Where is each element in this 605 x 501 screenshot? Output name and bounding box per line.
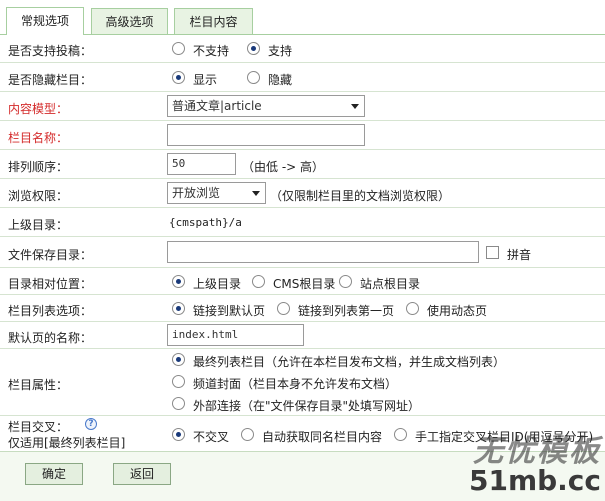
- row-list-option: 栏目列表选项： 链接到默认页 链接到列表第一页 使用动态页: [0, 295, 605, 322]
- help-icon[interactable]: ?: [85, 418, 97, 430]
- hide-label: 隐藏: [268, 73, 293, 87]
- list-default-label: 链接到默认页: [193, 304, 266, 318]
- attr-final-radio[interactable]: [172, 353, 185, 366]
- relative-parent-label: 上级目录: [193, 277, 242, 291]
- attr-channel-radio[interactable]: [172, 375, 185, 388]
- tab-content[interactable]: 栏目内容: [174, 8, 253, 35]
- cross-label: 栏目交叉：: [8, 420, 69, 434]
- chevron-down-icon: [252, 191, 260, 196]
- order-input[interactable]: 50: [167, 153, 236, 175]
- attr-final-label: 最终列表栏目（允许在本栏目发布文档，并生成文档列表）: [193, 355, 506, 369]
- contribute-yes-radio[interactable]: [247, 42, 260, 55]
- attribute-label: 栏目属性：: [8, 378, 69, 392]
- hide-radio[interactable]: [247, 71, 260, 84]
- cross-auto-label: 自动获取同名栏目内容: [262, 430, 383, 444]
- default-page-label: 默认页的名称：: [8, 331, 93, 345]
- tab-advanced[interactable]: 高级选项: [91, 8, 168, 35]
- relative-site-radio[interactable]: [339, 275, 352, 288]
- row-relative: 目录相对位置： 上级目录 CMS根目录 站点根目录: [0, 268, 605, 295]
- tab-bar: 常规选项 高级选项 栏目内容: [0, 0, 605, 35]
- tab-general[interactable]: 常规选项: [6, 7, 84, 35]
- row-parent: 上级目录： {cmspath}/a: [0, 208, 605, 237]
- contribute-label: 是否支持投稿：: [8, 44, 93, 58]
- pinyin-label: 拼音: [507, 248, 532, 262]
- row-attribute: 栏目属性： 最终列表栏目（允许在本栏目发布文档，并生成文档列表） 频道封面（栏目…: [0, 349, 605, 416]
- contribute-no-radio[interactable]: [172, 42, 185, 55]
- row-model: 内容模型： 普通文章|article: [0, 92, 605, 121]
- contribute-no-label: 不支持: [193, 44, 230, 58]
- model-select[interactable]: 普通文章|article: [167, 95, 365, 117]
- model-select-value: 普通文章|article: [172, 99, 262, 113]
- cross-label-note: 仅适用[最终列表栏目]: [8, 436, 126, 450]
- row-hidden: 是否隐藏栏目： 显示 隐藏: [0, 63, 605, 92]
- contribute-yes-label: 支持: [268, 44, 293, 58]
- chevron-down-icon: [351, 104, 359, 109]
- list-dynamic-label: 使用动态页: [427, 304, 488, 318]
- back-button[interactable]: 返回: [113, 463, 171, 485]
- access-label: 浏览权限：: [8, 189, 69, 203]
- hidden-label: 是否隐藏栏目：: [8, 73, 93, 87]
- row-default-page: 默认页的名称： index.html: [0, 322, 605, 349]
- parent-label: 上级目录：: [8, 218, 69, 232]
- cross-none-label: 不交叉: [193, 430, 230, 444]
- row-order: 排列顺序： 50 （由低 -> 高）: [0, 150, 605, 179]
- name-label: 栏目名称：: [8, 131, 69, 145]
- cross-manual-radio[interactable]: [394, 428, 407, 441]
- relative-cms-radio[interactable]: [252, 275, 265, 288]
- list-default-radio[interactable]: [172, 302, 185, 315]
- visible-label: 显示: [193, 73, 218, 87]
- attr-channel-label: 频道封面（栏目本身不允许发布文档）: [193, 377, 398, 391]
- save-dir-label: 文件保存目录：: [8, 248, 93, 262]
- relative-cms-label: CMS根目录: [273, 277, 336, 291]
- save-dir-input[interactable]: [167, 241, 479, 263]
- access-hint: （仅限制栏目里的文档浏览权限）: [270, 189, 451, 203]
- row-contribute: 是否支持投稿： 不支持 支持: [0, 35, 605, 63]
- cross-auto-radio[interactable]: [241, 428, 254, 441]
- relative-site-label: 站点根目录: [360, 277, 421, 291]
- attr-external-radio[interactable]: [172, 397, 185, 410]
- row-save-dir: 文件保存目录： 拼音: [0, 237, 605, 268]
- parent-path: {cmspath}/a: [169, 216, 242, 229]
- watermark: 无忧模板 51mb.cc: [469, 426, 601, 497]
- list-dynamic-radio[interactable]: [406, 302, 419, 315]
- order-hint: （由低 -> 高）: [242, 160, 325, 174]
- row-access: 浏览权限： 开放浏览 （仅限制栏目里的文档浏览权限）: [0, 179, 605, 208]
- row-name: 栏目名称：: [0, 121, 605, 150]
- watermark-en: 51mb.cc: [468, 464, 601, 497]
- attr-external-label: 外部连接（在"文件保存目录"处填写网址）: [193, 399, 421, 413]
- cross-none-radio[interactable]: [172, 428, 185, 441]
- visible-radio[interactable]: [172, 71, 185, 84]
- access-select[interactable]: 开放浏览: [167, 182, 266, 204]
- confirm-button[interactable]: 确定: [25, 463, 83, 485]
- list-first-label: 链接到列表第一页: [298, 304, 395, 318]
- category-name-input[interactable]: [167, 124, 365, 146]
- list-option-label: 栏目列表选项：: [8, 304, 93, 318]
- order-label: 排列顺序：: [8, 160, 69, 174]
- model-label: 内容模型：: [8, 102, 69, 116]
- list-first-radio[interactable]: [277, 302, 290, 315]
- pinyin-checkbox[interactable]: [486, 246, 499, 259]
- default-page-input[interactable]: index.html: [167, 324, 304, 346]
- relative-parent-radio[interactable]: [172, 275, 185, 288]
- access-select-value: 开放浏览: [172, 186, 221, 200]
- relative-label: 目录相对位置：: [8, 277, 93, 291]
